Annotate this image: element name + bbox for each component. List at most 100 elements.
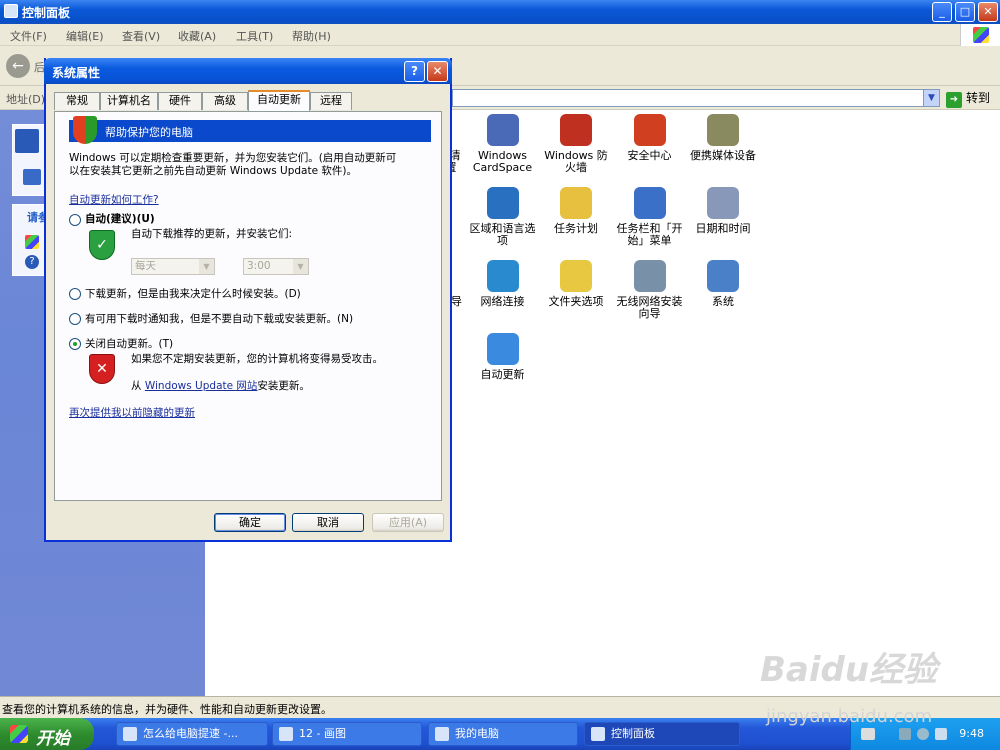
taskbar-button-label: 怎么给电脑提速 -... — [143, 727, 238, 740]
security-center-icon — [633, 114, 666, 146]
menu-tools[interactable]: 工具(T) — [236, 28, 273, 44]
tab-automatic-updates[interactable]: 自动更新 — [248, 90, 310, 111]
radio-automatic[interactable] — [69, 214, 81, 226]
hidden-updates-link[interactable]: 再次提供我以前隐藏的更新 — [69, 407, 195, 420]
option-download-label[interactable]: 下载更新，但是由我来决定什么时候安装。(D) — [85, 288, 301, 301]
menu-edit[interactable]: 编辑(E) — [66, 28, 104, 44]
start-button[interactable]: 开始 — [0, 718, 94, 750]
maximize-button[interactable]: □ — [955, 2, 975, 22]
control-panel-item-label: 安全中心 — [627, 149, 672, 162]
go-button[interactable]: ➜ 转到 — [946, 89, 990, 108]
control-panel-item[interactable]: 便携媒体设备 — [687, 114, 759, 162]
dialog-help-button[interactable]: ? — [404, 61, 425, 82]
tab-computer-name[interactable]: 计算机名 — [100, 92, 158, 110]
menu-file[interactable]: 文件(F) — [10, 28, 47, 44]
chevron-down-icon[interactable]: ▼ — [923, 90, 939, 106]
control-panel-item-label: 日期和时间 — [695, 222, 751, 235]
control-panel-item[interactable]: 文件夹选项 — [540, 260, 612, 308]
automatic-updates-panel: 帮助保护您的电脑 Windows 可以定期检查重要更新，并为您安装它们。(启用自… — [54, 111, 442, 501]
schedule-time-select: 3:00 ▼ — [243, 258, 309, 275]
control-panel-item[interactable]: 任务栏和「开始」菜单 — [614, 187, 686, 247]
tab-remote[interactable]: 远程 — [310, 92, 352, 110]
taskbar-button-my-computer[interactable]: 我的电脑 — [428, 722, 578, 746]
option-automatic-label[interactable]: 自动(建议)(U) — [85, 213, 155, 226]
cancel-button[interactable]: 取消 — [292, 513, 364, 532]
control-panel-item[interactable]: 无线网络安装向导 — [614, 260, 686, 320]
window-titlebar: 控制面板 _ □ ✕ — [0, 0, 1000, 24]
option-turn-off-label[interactable]: 关闭自动更新。(T) — [85, 338, 173, 351]
control-panel-item[interactable]: Windows CardSpace — [467, 114, 539, 174]
schedule-day-select: 每天 ▼ — [131, 258, 215, 275]
control-panel-item[interactable]: 安全中心 — [614, 114, 686, 162]
taskbar-button-label: 控制面板 — [611, 727, 655, 740]
system-icon — [707, 260, 739, 292]
control-panel-item-label: 区域和语言选项 — [469, 222, 536, 247]
option-notify-label[interactable]: 有可用下载时通知我，但是不要自动下载或安装更新。(N) — [85, 313, 353, 326]
security-tray-icon[interactable] — [935, 728, 947, 740]
menu-bar: 文件(F) 编辑(E) 查看(V) 收藏(A) 工具(T) 帮助(H) — [0, 24, 1000, 46]
control-panel-item[interactable]: 自动更新 — [467, 333, 539, 381]
help-icon[interactable]: ? — [25, 255, 39, 269]
from-line: 从 Windows Update 网站安装更新。 — [131, 380, 310, 393]
windows-update-small-icon[interactable] — [25, 235, 39, 249]
option-automatic-desc: 自动下载推荐的更新，并安装它们: — [131, 228, 293, 240]
control-panel-item-label: 文件夹选项 — [548, 295, 604, 308]
intro-line-1: Windows 可以定期检查重要更新，并为您安装它们。(启用自动更新可 — [69, 152, 397, 164]
start-label: 开始 — [36, 729, 70, 749]
banner: 帮助保护您的电脑 — [69, 116, 431, 144]
clock-icon — [707, 187, 739, 219]
radio-download[interactable] — [69, 288, 81, 300]
control-panel-item[interactable]: 任务计划 — [540, 187, 612, 235]
menu-help[interactable]: 帮助(H) — [292, 28, 331, 44]
menu-view[interactable]: 查看(V) — [122, 28, 160, 44]
tab-hardware[interactable]: 硬件 — [158, 92, 202, 110]
switch-view-icon[interactable] — [23, 169, 41, 185]
radio-notify[interactable] — [69, 313, 81, 325]
paint-icon — [279, 727, 293, 741]
control-panel-item[interactable]: 区域和语言选项 — [467, 187, 539, 247]
wireless-icon — [633, 260, 666, 292]
control-panel-item[interactable]: 日期和时间 — [687, 187, 759, 235]
folder-options-icon — [560, 260, 592, 292]
volume-tray-icon[interactable] — [917, 728, 929, 740]
dialog-titlebar: 系统属性 ? ✕ — [44, 58, 452, 84]
from-prefix: 从 — [131, 380, 142, 392]
apply-button[interactable]: 应用(A) — [372, 513, 444, 532]
control-panel-item[interactable]: 网络连接 — [467, 260, 539, 308]
ok-button[interactable]: 确定 — [214, 513, 286, 532]
go-arrow-icon: ➜ — [946, 92, 962, 108]
windows-flag-icon — [10, 725, 28, 743]
intro-line-2: 以在安装其它更新之前先自动更新 Windows Update 软件)。 — [69, 165, 358, 177]
control-panel-item[interactable]: 系统 — [687, 260, 759, 308]
chevron-down-icon: ▼ — [293, 259, 308, 274]
control-panel-item[interactable]: Windows 防火墙 — [540, 114, 612, 174]
back-arrow-icon[interactable]: ← — [6, 54, 30, 78]
dialog-close-button[interactable]: ✕ — [427, 61, 448, 82]
tab-general[interactable]: 常规 — [54, 92, 100, 110]
close-button[interactable]: ✕ — [978, 2, 998, 22]
scheduled-tasks-icon — [560, 187, 592, 219]
radio-turn-off[interactable] — [69, 338, 81, 350]
keyboard-tray-icon[interactable] — [861, 728, 875, 740]
taskbar-button-control-panel[interactable]: 控制面板 — [584, 722, 740, 746]
green-shield-icon: ✓ — [89, 230, 115, 260]
control-panel-item-label: 便携媒体设备 — [690, 149, 756, 162]
control-panel-item-label: 无线网络安装向导 — [616, 295, 683, 320]
document-icon — [123, 727, 137, 741]
go-button-label: 转到 — [966, 91, 991, 105]
how-it-works-link[interactable]: 自动更新如何工作? — [69, 194, 159, 207]
network-tray-icon[interactable] — [899, 728, 911, 740]
control-panel-item-label: 自动更新 — [480, 368, 525, 381]
tab-advanced[interactable]: 高级 — [202, 92, 248, 110]
schedule-day-value: 每天 — [135, 260, 156, 272]
minimize-button[interactable]: _ — [932, 2, 952, 22]
cardspace-icon — [486, 114, 519, 146]
windows-update-link[interactable]: Windows Update 网站 — [145, 380, 258, 392]
taskbar-button-paint[interactable]: 12 - 画图 — [272, 722, 422, 746]
taskbar-button-browser[interactable]: 怎么给电脑提速 -... — [116, 722, 268, 746]
warning-text: 如果您不定期安装更新，您的计算机将变得易受攻击。 — [131, 353, 383, 365]
watermark-brand: Baidu经验 — [760, 650, 938, 690]
address-input[interactable]: ▼ — [452, 89, 940, 107]
menu-favorites[interactable]: 收藏(A) — [178, 28, 216, 44]
chevron-down-icon: ▼ — [199, 259, 214, 274]
